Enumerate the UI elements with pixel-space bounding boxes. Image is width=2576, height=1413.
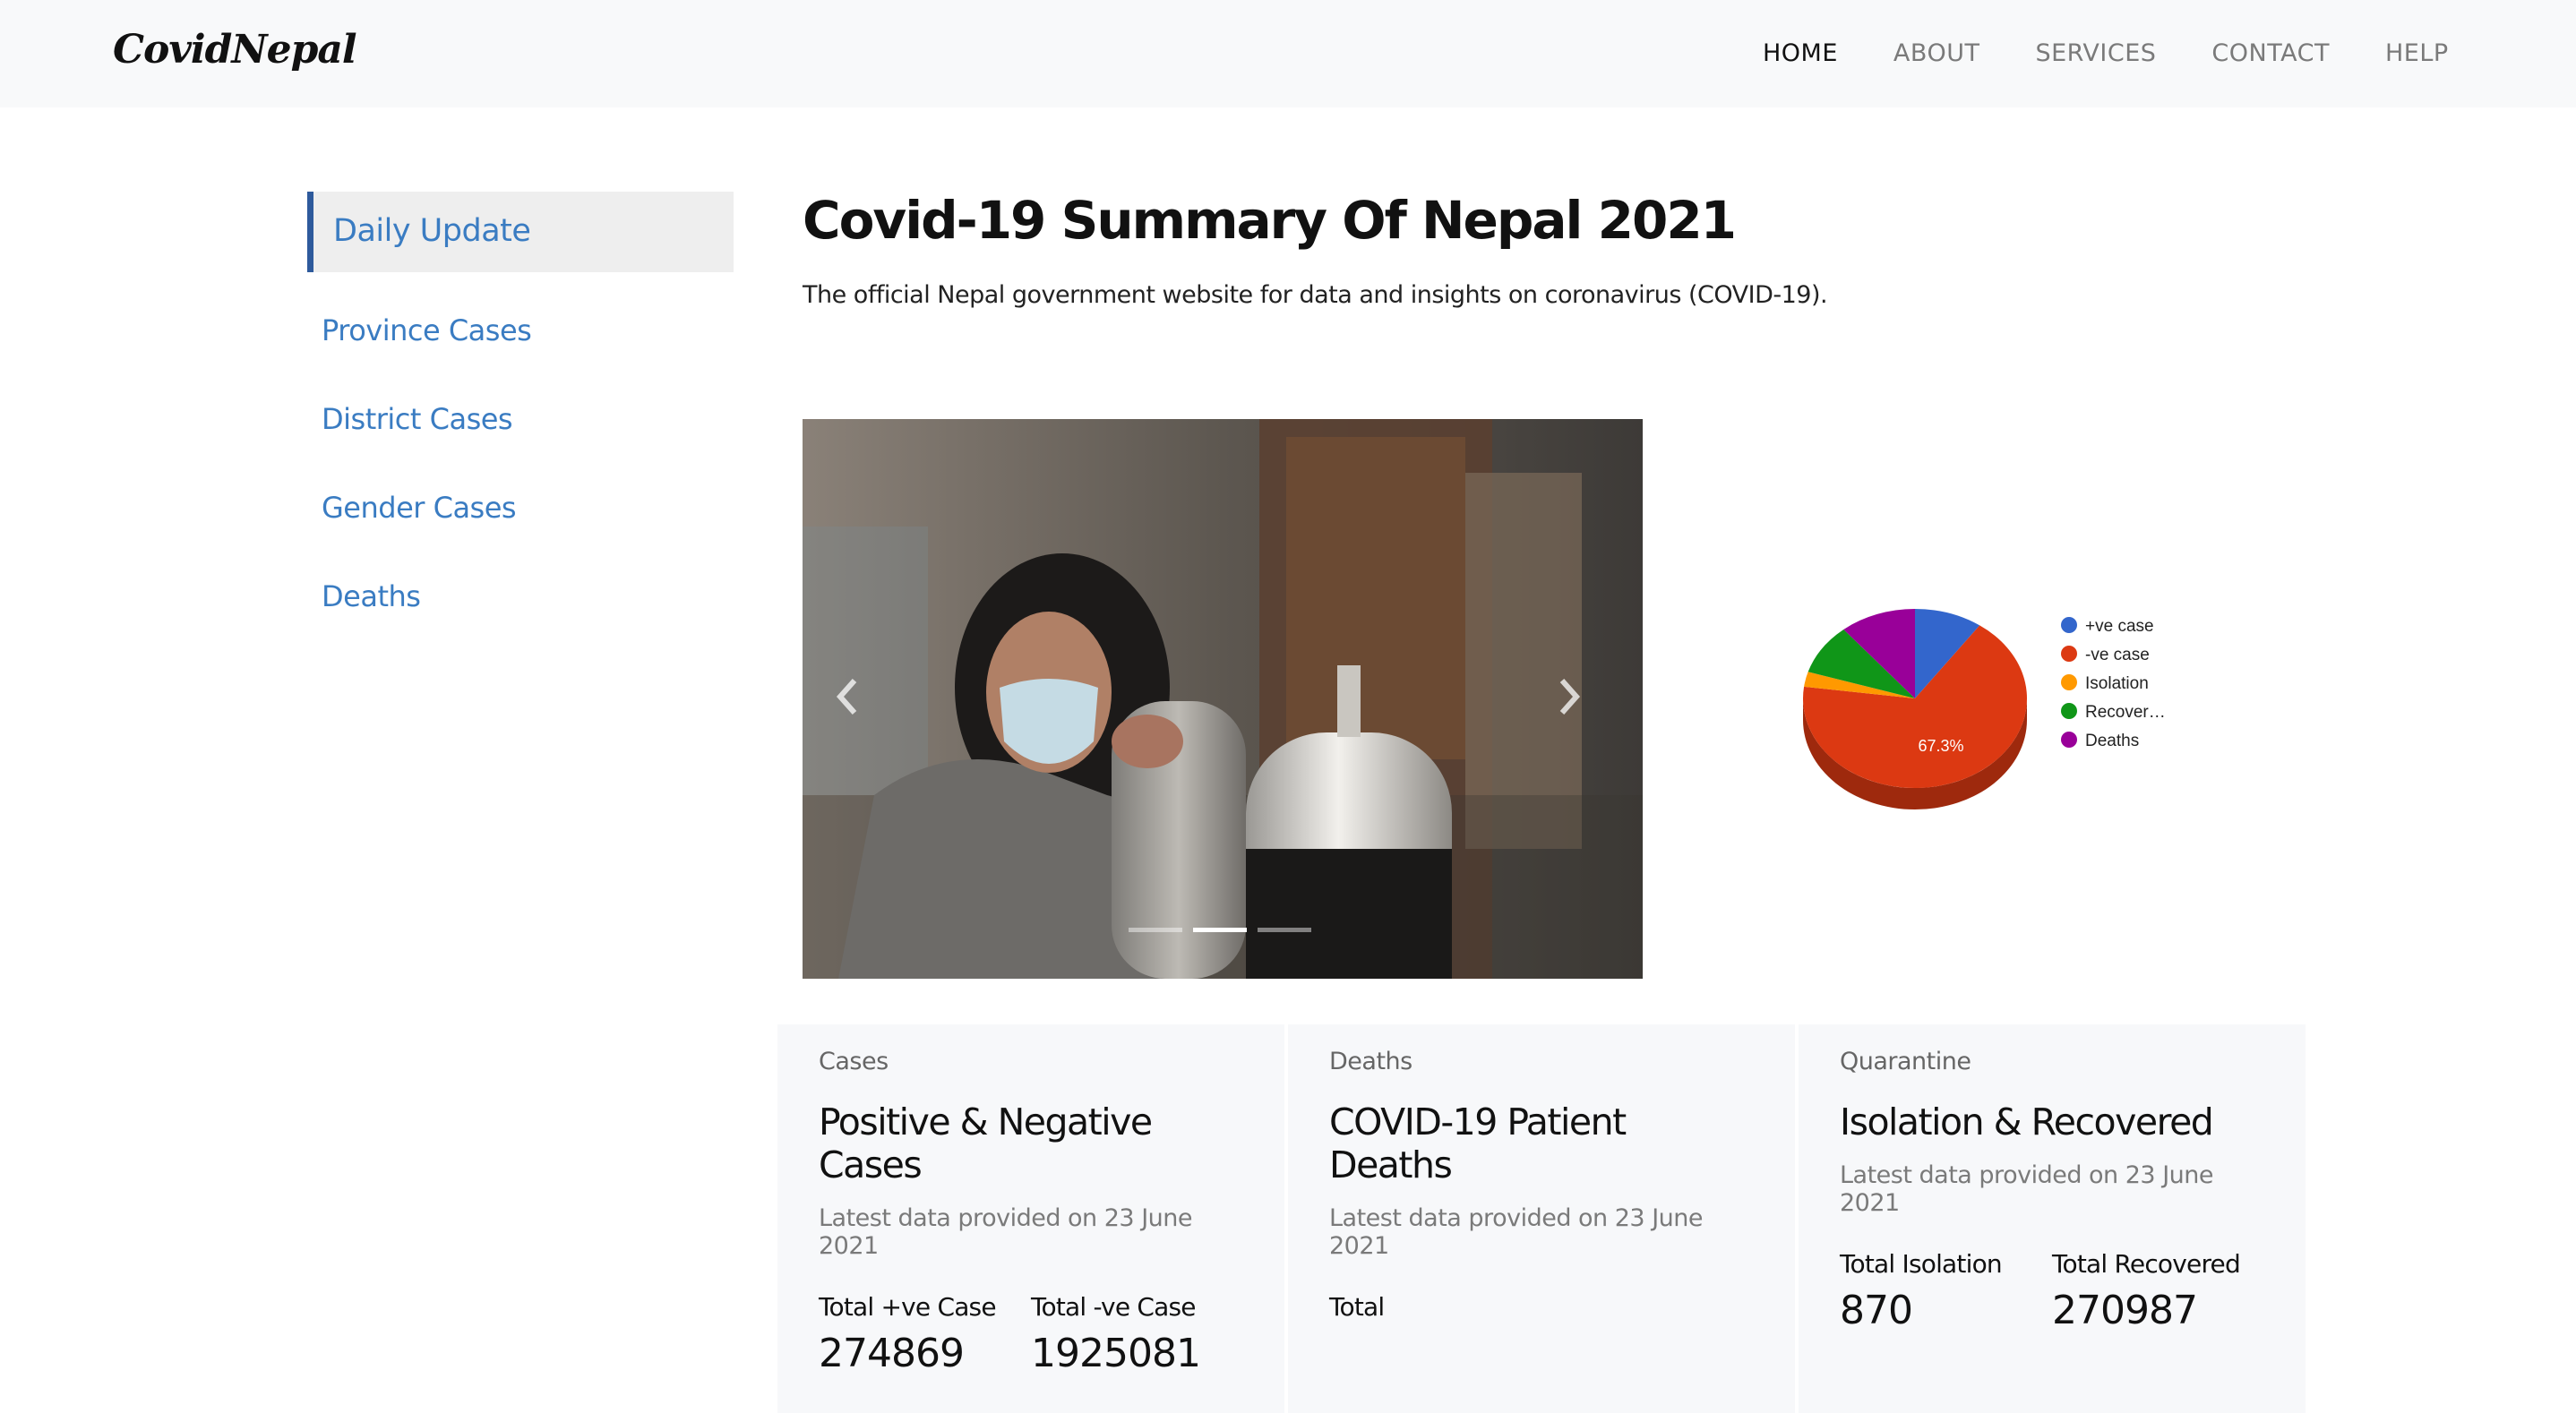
legend-label: +ve case xyxy=(2085,617,2154,636)
pie-chart-svg: 67.3% +ve case -ve case Isolation Recover… De… xyxy=(1803,609,2166,809)
sidebar-item-daily-update[interactable]: Daily Update xyxy=(307,192,734,272)
brand-logo[interactable]: CovidNepal xyxy=(113,27,357,73)
stat-value: 870 xyxy=(1840,1288,1913,1333)
cases-card: Cases Positive & Negative Cases Latest d… xyxy=(777,1024,1284,1413)
nav-about[interactable]: ABOUT xyxy=(1893,39,1980,67)
legend-marker xyxy=(2061,732,2077,748)
card-category: Deaths xyxy=(1329,1048,1413,1075)
nav-help[interactable]: HELP xyxy=(2385,39,2449,67)
pie-chart: 67.3% +ve case -ve case Isolation Recover… De… xyxy=(1791,600,2203,851)
stat-label: Total -ve Case xyxy=(1031,1292,1196,1322)
stat-label: Total +ve Case xyxy=(819,1292,997,1322)
nav-contact[interactable]: CONTACT xyxy=(2211,39,2330,67)
card-title: COVID-19 Patient Deaths xyxy=(1329,1100,1627,1186)
nav-home[interactable]: HOME xyxy=(1763,39,1838,67)
legend-label: -ve case xyxy=(2085,646,2150,664)
deaths-card: Deaths COVID-19 Patient Deaths Latest da… xyxy=(1288,1024,1795,1413)
card-updated: Latest data provided on 23 June 2021 xyxy=(1329,1204,1704,1260)
sidebar-item-province-cases[interactable]: Province Cases xyxy=(307,287,734,375)
navbar: CovidNepal HOME ABOUT SERVICES CONTACT H… xyxy=(0,0,2576,107)
stat-label: Total xyxy=(1329,1292,1385,1322)
carousel-next-button[interactable] xyxy=(1542,670,1596,724)
quarantine-card: Quarantine Isolation & Recovered Latest … xyxy=(1799,1024,2306,1413)
legend-marker xyxy=(2061,674,2077,690)
chevron-right-icon xyxy=(1559,679,1581,715)
card-category: Cases xyxy=(819,1048,889,1075)
sidebar-item-gender-cases[interactable]: Gender Cases xyxy=(307,464,734,552)
sidebar-item-deaths[interactable]: Deaths xyxy=(307,552,734,641)
carousel-slide-image xyxy=(803,419,1643,979)
image-carousel[interactable] xyxy=(803,419,1643,979)
pie-slice-label: 67.3% xyxy=(1918,737,1963,755)
carousel-prev-button[interactable] xyxy=(820,670,874,724)
card-title: Positive & Negative Cases xyxy=(819,1100,1153,1186)
carousel-indicators xyxy=(1129,928,1322,932)
legend-marker xyxy=(2061,646,2077,662)
stat-value: 274869 xyxy=(819,1331,965,1376)
legend-marker xyxy=(2061,617,2077,633)
nav-services[interactable]: SERVICES xyxy=(2035,39,2156,67)
summary-cards: Cases Positive & Negative Cases Latest d… xyxy=(777,1024,2309,1413)
card-category: Quarantine xyxy=(1840,1048,1971,1075)
chevron-left-icon xyxy=(836,679,857,715)
sidebar-item-district-cases[interactable]: District Cases xyxy=(307,375,734,464)
legend-label: Deaths xyxy=(2085,732,2139,750)
carousel-indicator[interactable] xyxy=(1258,928,1311,932)
carousel-indicator[interactable] xyxy=(1129,928,1182,932)
card-updated: Latest data provided on 23 June 2021 xyxy=(819,1204,1193,1260)
legend-label: Recover… xyxy=(2085,703,2166,722)
stat-value: 1925081 xyxy=(1031,1331,1201,1376)
legend-marker xyxy=(2061,703,2077,719)
stat-label: Total Isolation xyxy=(1840,1249,2003,1279)
nav-links: HOME ABOUT SERVICES CONTACT HELP xyxy=(1763,39,2504,67)
sidebar: Daily Update Province Cases District Cas… xyxy=(307,192,734,641)
card-updated: Latest data provided on 23 June 2021 xyxy=(1840,1161,2214,1217)
card-title: Isolation & Recovered xyxy=(1840,1100,2214,1143)
page-title: Covid-19 Summary Of Nepal 2021 xyxy=(803,190,1737,251)
carousel-indicator[interactable] xyxy=(1193,928,1247,932)
stat-label: Total Recovered xyxy=(2052,1249,2241,1279)
page-subtitle: The official Nepal government website fo… xyxy=(803,281,1828,309)
legend-label: Isolation xyxy=(2085,674,2149,693)
stat-value: 270987 xyxy=(2052,1288,2198,1333)
